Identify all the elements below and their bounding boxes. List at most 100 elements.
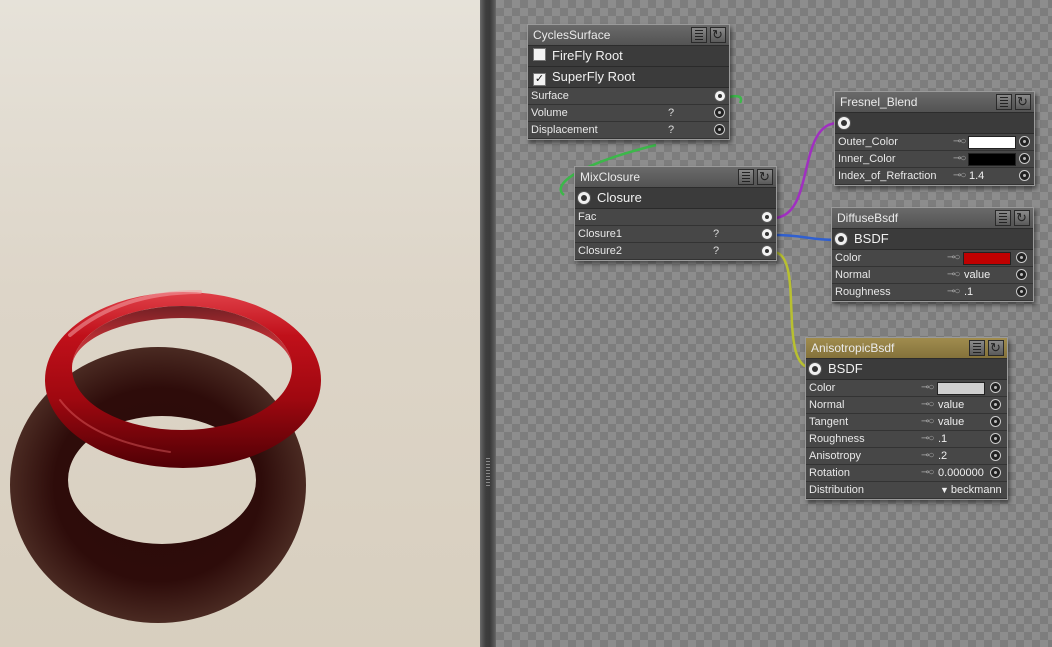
socket-icon[interactable] (761, 228, 773, 240)
socket-icon[interactable] (761, 211, 773, 223)
key-icon: ⊸○ (947, 286, 960, 297)
key-icon: ⊸○ (921, 450, 934, 461)
refresh-icon[interactable] (1014, 208, 1030, 228)
param-index-of-refraction: Index_of_Refraction ⊸○ 1.4 (835, 168, 1034, 185)
node-diffuse-bsdf[interactable]: DiffuseBsdf BSDF Color ⊸○ Normal ⊸○ valu… (831, 207, 1034, 302)
node-title-label: MixClosure (580, 170, 641, 184)
param-label: Normal (835, 269, 871, 281)
render-preview-viewport[interactable] (0, 0, 480, 647)
refresh-icon[interactable] (710, 25, 726, 45)
param-value[interactable]: .2 (938, 448, 947, 464)
socket-icon[interactable] (1019, 136, 1030, 147)
socket-icon[interactable] (834, 232, 848, 246)
socket-icon[interactable] (1019, 170, 1030, 181)
param-label: Distribution (809, 484, 865, 496)
socket-icon[interactable] (577, 191, 591, 205)
list-icon[interactable] (738, 169, 754, 185)
socket-icon[interactable] (837, 116, 851, 130)
output-label: BSDF (828, 361, 863, 376)
node-title-label: DiffuseBsdf (837, 211, 899, 225)
param-roughness: Roughness ⊸○ .1 (832, 284, 1033, 301)
socket-label: Surface (531, 90, 569, 102)
param-distribution: Distribution beckmann (806, 482, 1007, 499)
input-displacement: Displacement ? (528, 122, 729, 139)
node-title[interactable]: CyclesSurface (528, 25, 729, 46)
node-mix-closure[interactable]: MixClosure Closure Fac Closure1 ? Closur… (574, 166, 777, 261)
checkbox-icon[interactable] (533, 48, 546, 61)
distribution-dropdown[interactable]: beckmann (940, 482, 1002, 498)
param-tangent: Tangent ⊸○ value (806, 414, 1007, 431)
firefly-root-toggle[interactable]: FireFly Root (528, 46, 729, 67)
list-icon[interactable] (969, 340, 985, 356)
param-value[interactable]: 0.000000 (938, 465, 984, 481)
superfly-root-toggle[interactable]: ✓ SuperFly Root (528, 67, 729, 88)
input-volume: Volume ? (528, 105, 729, 122)
toggle-label: SuperFly Root (552, 69, 636, 84)
input-closure2: Closure2 ? (575, 243, 776, 260)
socket-icon[interactable] (714, 90, 726, 102)
splitter-grip-icon[interactable] (486, 458, 490, 486)
color-swatch[interactable] (968, 153, 1016, 166)
list-icon[interactable] (995, 210, 1011, 226)
socket-icon[interactable] (1016, 252, 1027, 263)
socket-icon[interactable] (990, 416, 1001, 427)
socket-icon[interactable] (1016, 286, 1027, 297)
node-title[interactable]: AnisotropicBsdf (806, 338, 1007, 359)
key-icon: ⊸○ (947, 252, 960, 263)
param-value[interactable]: 1.4 (969, 168, 984, 184)
node-editor-canvas[interactable]: CyclesSurface FireFly Root ✓ SuperFly Roo… (496, 0, 1052, 647)
param-value[interactable]: value (938, 397, 964, 413)
input-closure1: Closure1 ? (575, 226, 776, 243)
param-normal: Normal ⊸○ value (806, 397, 1007, 414)
torus-render (10, 290, 321, 623)
param-label: Normal (809, 399, 845, 411)
param-label: Index_of_Refraction (838, 170, 937, 182)
node-title-label: AnisotropicBsdf (811, 341, 895, 355)
param-label: Outer_Color (838, 136, 898, 148)
param-label: Color (835, 252, 862, 264)
socket-icon[interactable] (808, 362, 822, 376)
list-icon[interactable] (691, 27, 707, 43)
param-value[interactable]: value (938, 414, 964, 430)
socket-label: Fac (578, 211, 597, 223)
node-title[interactable]: MixClosure (575, 167, 776, 188)
socket-icon[interactable] (714, 124, 725, 135)
param-value[interactable]: value (964, 267, 990, 283)
panel-splitter[interactable] (480, 0, 496, 647)
wire-diffuse-to-closure1 (772, 233, 839, 242)
color-swatch[interactable] (937, 382, 985, 395)
key-icon: ⊸○ (921, 433, 934, 444)
refresh-icon[interactable] (988, 338, 1004, 358)
key-icon: ⊸○ (953, 153, 966, 164)
node-fresnel-blend[interactable]: Fresnel_Blend Outer_Color ⊸○ Inner_Color… (834, 91, 1035, 186)
list-icon[interactable] (996, 94, 1012, 110)
socket-label: Displacement (531, 124, 598, 136)
color-swatch[interactable] (963, 252, 1011, 265)
socket-icon[interactable] (990, 467, 1001, 478)
socket-icon[interactable] (761, 245, 773, 257)
key-icon: ⊸○ (953, 170, 966, 181)
param-value[interactable]: .1 (938, 431, 947, 447)
param-label: Rotation (809, 467, 850, 479)
param-value[interactable]: .1 (964, 284, 973, 300)
socket-icon[interactable] (1019, 153, 1030, 164)
toggle-label: FireFly Root (552, 48, 623, 63)
socket-icon[interactable] (990, 399, 1001, 410)
socket-icon[interactable] (1016, 269, 1027, 280)
key-icon: ⊸○ (921, 416, 934, 427)
refresh-icon[interactable] (1015, 92, 1031, 112)
node-title-label: CyclesSurface (533, 28, 611, 42)
socket-icon[interactable] (990, 433, 1001, 444)
node-title[interactable]: DiffuseBsdf (832, 208, 1033, 229)
node-cycles-surface[interactable]: CyclesSurface FireFly Root ✓ SuperFly Roo… (527, 24, 730, 140)
param-label: Roughness (809, 433, 865, 445)
socket-icon[interactable] (990, 450, 1001, 461)
socket-icon[interactable] (714, 107, 725, 118)
output-bsdf: BSDF (806, 359, 1007, 380)
refresh-icon[interactable] (757, 167, 773, 187)
node-title[interactable]: Fresnel_Blend (835, 92, 1034, 113)
socket-icon[interactable] (990, 382, 1001, 393)
node-anisotropic-bsdf[interactable]: AnisotropicBsdf BSDF Color ⊸○ Normal ⊸○ … (805, 337, 1008, 500)
color-swatch[interactable] (968, 136, 1016, 149)
checkbox-icon[interactable]: ✓ (533, 73, 546, 86)
